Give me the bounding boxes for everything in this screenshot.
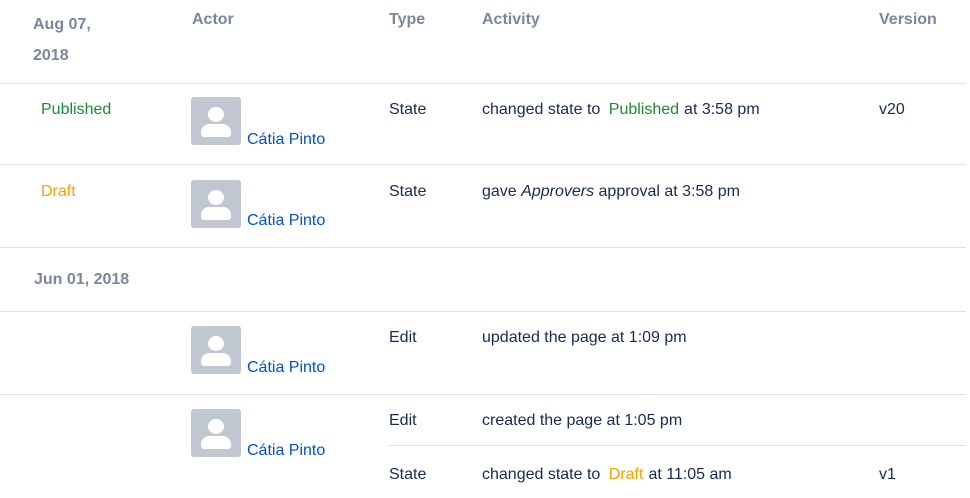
date-group-header: Jun 01, 2018: [34, 271, 130, 288]
divider: [389, 445, 966, 446]
divider: [0, 164, 966, 165]
actor-link[interactable]: Cátia Pinto: [247, 440, 325, 462]
state-badge-draft: Draft: [41, 183, 76, 200]
actor-link[interactable]: Cátia Pinto: [247, 129, 325, 151]
type-cell: State: [389, 101, 427, 118]
avatar: [191, 326, 241, 374]
activity-cell: gave Approvers approval at 3:58 pm: [482, 183, 740, 200]
date-header-line2: 2018: [33, 47, 69, 64]
type-column-header: Type: [389, 11, 426, 28]
activity-cell: changed state to Published at 3:58 pm: [482, 101, 760, 118]
type-cell: Edit: [389, 412, 417, 429]
activity-cell: changed state to Draft at 11:05 am: [482, 466, 732, 483]
type-cell: State: [389, 183, 427, 200]
divider: [0, 394, 966, 395]
approvers-label: Approvers: [521, 183, 595, 200]
state-badge-published: Published: [41, 101, 112, 118]
divider: [0, 247, 966, 248]
version-column-header: Version: [879, 11, 937, 28]
history-table: Aug 07, 2018 Actor Type Activity Version…: [0, 0, 970, 498]
divider: [0, 83, 966, 84]
type-cell: Edit: [389, 329, 417, 346]
actor-link[interactable]: Cátia Pinto: [247, 357, 325, 379]
date-column-header: Aug 07, 2018: [33, 9, 91, 71]
activity-cell: created the page at 1:05 pm: [482, 412, 683, 429]
avatar: [191, 180, 241, 228]
avatar: [191, 409, 241, 457]
state-published-label: Published: [608, 101, 680, 118]
divider: [0, 311, 966, 312]
activity-cell: updated the page at 1:09 pm: [482, 329, 687, 346]
type-cell: State: [389, 466, 427, 483]
date-header-line1: Aug 07,: [33, 16, 91, 33]
actor-column-header: Actor: [192, 11, 234, 28]
actor-link[interactable]: Cátia Pinto: [247, 210, 325, 232]
activity-column-header: Activity: [482, 11, 540, 28]
version-link[interactable]: v1: [879, 464, 896, 486]
avatar: [191, 97, 241, 145]
version-link[interactable]: v20: [879, 99, 905, 121]
state-draft-label: Draft: [608, 466, 644, 483]
